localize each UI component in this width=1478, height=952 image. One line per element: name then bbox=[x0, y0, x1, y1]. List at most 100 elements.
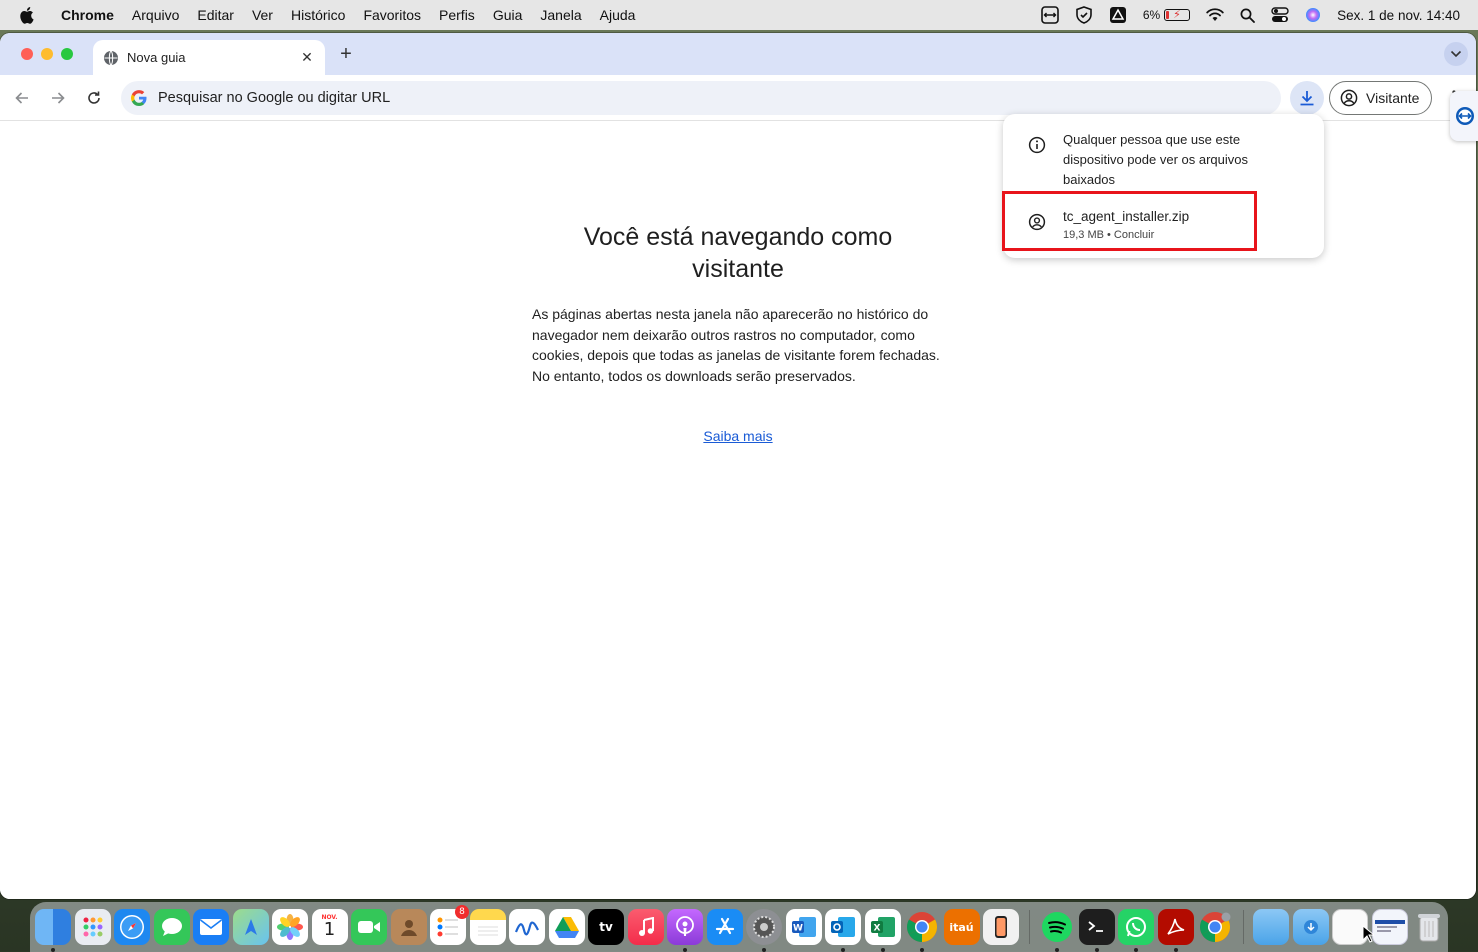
google-drive-icon[interactable] bbox=[548, 909, 585, 945]
photos-icon[interactable] bbox=[272, 909, 308, 945]
svg-text:X: X bbox=[873, 924, 880, 934]
app-store-icon[interactable] bbox=[706, 909, 743, 945]
learn-more-link[interactable]: Saiba mais bbox=[638, 428, 838, 444]
folder-icon[interactable] bbox=[1253, 909, 1289, 945]
maximize-window-button[interactable] bbox=[61, 48, 73, 60]
battery-percent: 6% bbox=[1142, 8, 1161, 22]
system-settings-icon[interactable] bbox=[746, 909, 782, 952]
clock[interactable]: Sex. 1 de nov. 14:40 bbox=[1337, 8, 1460, 23]
menu-perfis[interactable]: Perfis bbox=[430, 7, 484, 23]
safari-icon[interactable] bbox=[114, 909, 150, 945]
guest-description: As páginas abertas nesta janela não apar… bbox=[532, 306, 940, 384]
acrobat-icon[interactable] bbox=[1157, 909, 1194, 952]
menu-arquivo[interactable]: Arquivo bbox=[123, 7, 188, 23]
freeform-icon[interactable] bbox=[509, 909, 545, 945]
annotation-highlight-box bbox=[1002, 191, 1257, 251]
siri-icon[interactable] bbox=[1305, 7, 1321, 23]
chrome-profile-dock-icon[interactable] bbox=[1197, 909, 1233, 945]
profile-label: Visitante bbox=[1366, 90, 1420, 106]
globe-icon bbox=[104, 50, 118, 65]
control-center-icon[interactable] bbox=[1271, 7, 1289, 23]
address-input[interactable] bbox=[158, 90, 1281, 106]
battery-icon: ⚡ bbox=[1164, 9, 1191, 21]
tab-nova-guia[interactable]: Nova guia ✕ bbox=[93, 40, 325, 75]
menu-ajuda[interactable]: Ajuda bbox=[591, 7, 645, 23]
apple-menu-icon[interactable] bbox=[0, 6, 52, 24]
finder-icon[interactable] bbox=[35, 909, 71, 952]
apple-tv-label: tv bbox=[599, 920, 613, 934]
menu-bar: Chrome Arquivo Editar Ver Histórico Favo… bbox=[0, 0, 1478, 30]
downloads-button[interactable] bbox=[1290, 81, 1324, 115]
menu-favoritos[interactable]: Favoritos bbox=[354, 7, 430, 23]
menu-editar[interactable]: Editar bbox=[188, 7, 243, 23]
spotify-icon[interactable] bbox=[1039, 909, 1075, 952]
mail-icon[interactable] bbox=[193, 909, 229, 945]
whatsapp-icon[interactable] bbox=[1118, 909, 1154, 952]
new-tab-button[interactable]: + bbox=[336, 43, 356, 65]
status-area: 6% ⚡ Sex. 1 de nov. 14:40 bbox=[1041, 0, 1460, 30]
music-icon[interactable] bbox=[627, 909, 664, 945]
menu-ver[interactable]: Ver bbox=[243, 7, 282, 23]
spotlight-search-icon[interactable] bbox=[1240, 8, 1256, 23]
dock: NOV. 1 8 tv W X itaú bbox=[30, 902, 1448, 952]
drive-status-icon[interactable] bbox=[1109, 6, 1127, 24]
download-icon bbox=[1300, 91, 1314, 106]
close-tab-icon[interactable]: ✕ bbox=[299, 49, 315, 66]
tab-search-button[interactable] bbox=[1444, 42, 1468, 66]
itau-label: itaú bbox=[949, 920, 974, 934]
messages-icon[interactable] bbox=[153, 909, 190, 945]
mouse-cursor-icon bbox=[1362, 925, 1374, 943]
trash-icon[interactable] bbox=[1411, 909, 1447, 945]
reminders-badge: 8 bbox=[455, 905, 469, 919]
dock-separator bbox=[1028, 910, 1030, 944]
chrome-dock-icon[interactable] bbox=[904, 909, 940, 952]
outlook-icon[interactable] bbox=[825, 909, 861, 952]
google-icon bbox=[131, 90, 147, 106]
chevron-down-icon bbox=[1450, 50, 1462, 58]
notes-icon[interactable] bbox=[469, 909, 506, 945]
calendar-day: 1 bbox=[323, 918, 336, 940]
teamviewer-status-icon[interactable] bbox=[1041, 6, 1059, 24]
back-button[interactable] bbox=[12, 88, 32, 108]
reload-button[interactable] bbox=[84, 88, 104, 108]
svg-text:W: W bbox=[793, 924, 803, 934]
page-title: Você está navegando como visitante bbox=[583, 223, 893, 283]
contacts-icon[interactable] bbox=[390, 909, 427, 945]
downloads-privacy-notice: Qualquer pessoa que use este dispositivo… bbox=[1028, 132, 1273, 190]
wifi-icon[interactable] bbox=[1206, 8, 1224, 22]
omnibox[interactable] bbox=[121, 81, 1281, 115]
menu-chrome[interactable]: Chrome bbox=[52, 7, 123, 23]
shield-status-icon[interactable] bbox=[1075, 6, 1093, 24]
battery-indicator[interactable]: 6% ⚡ bbox=[1142, 8, 1191, 22]
iphone-mirroring-icon[interactable] bbox=[983, 909, 1019, 945]
launchpad-icon[interactable] bbox=[74, 909, 111, 945]
dock-separator-2 bbox=[1242, 910, 1244, 944]
facetime-icon[interactable] bbox=[351, 909, 387, 945]
learn-more-label[interactable]: Saiba mais bbox=[703, 428, 772, 444]
menu-janela[interactable]: Janela bbox=[531, 7, 590, 23]
tab-title: Nova guia bbox=[127, 50, 186, 65]
forward-button[interactable] bbox=[48, 88, 68, 108]
recent-window-icon[interactable] bbox=[1371, 909, 1408, 945]
arrow-left-icon bbox=[15, 92, 28, 104]
menu-guia[interactable]: Guia bbox=[484, 7, 532, 23]
word-icon[interactable]: W bbox=[785, 909, 822, 945]
downloads-folder-icon[interactable] bbox=[1292, 909, 1329, 945]
profile-button[interactable]: Visitante bbox=[1329, 81, 1432, 115]
minimize-window-button[interactable] bbox=[41, 48, 53, 60]
terminal-icon[interactable] bbox=[1078, 909, 1115, 952]
info-icon bbox=[1028, 136, 1046, 154]
maps-icon[interactable] bbox=[232, 909, 269, 945]
teamviewer-icon bbox=[1456, 107, 1474, 125]
apple-tv-icon[interactable]: tv bbox=[588, 909, 624, 945]
excel-icon[interactable]: X bbox=[864, 909, 901, 952]
reminders-icon[interactable]: 8 bbox=[430, 905, 469, 945]
calendar-icon[interactable]: NOV. 1 bbox=[311, 909, 348, 945]
tab-strip: Nova guia ✕ + bbox=[0, 33, 1476, 75]
downloads-info-text: Qualquer pessoa que use este dispositivo… bbox=[1063, 132, 1248, 187]
podcasts-icon[interactable] bbox=[667, 909, 703, 952]
close-window-button[interactable] bbox=[21, 48, 33, 60]
itau-icon[interactable]: itaú bbox=[943, 909, 980, 945]
teamviewer-side-tab[interactable] bbox=[1450, 91, 1478, 141]
menu-historico[interactable]: Histórico bbox=[282, 7, 354, 23]
